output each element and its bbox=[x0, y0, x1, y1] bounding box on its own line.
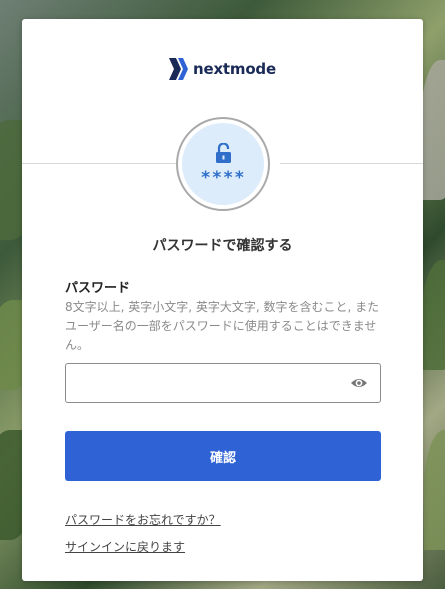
nextmode-x-logo-icon bbox=[169, 58, 188, 80]
back-to-signin-link[interactable]: サインインに戻ります bbox=[65, 538, 185, 555]
masked-password-stars: **** bbox=[200, 168, 246, 188]
password-hint: 8文字以上, 英字小文字, 英字大文字, 数字を含むこと, またユーザー名の一部… bbox=[65, 300, 380, 352]
background-leaf bbox=[422, 260, 445, 370]
forgot-password-link[interactable]: パスワードをお忘れですか？ bbox=[65, 511, 221, 528]
brand-logo: nextmode bbox=[169, 57, 276, 81]
background-leaf bbox=[420, 60, 445, 200]
signin-card: nextmode **** パスワードで確認する パスワード 8文字以上, 英字… bbox=[22, 19, 423, 581]
background-leaf bbox=[424, 430, 445, 550]
confirm-button[interactable]: 確認 bbox=[65, 431, 381, 481]
divider-right bbox=[280, 163, 423, 164]
password-input[interactable] bbox=[65, 363, 381, 403]
page-title: パスワードで確認する bbox=[152, 238, 293, 254]
password-badge: **** bbox=[176, 117, 270, 211]
unlocked-padlock-icon bbox=[216, 143, 231, 163]
password-label: パスワード bbox=[65, 281, 131, 296]
divider-left bbox=[22, 163, 177, 164]
password-badge-inner: **** bbox=[182, 123, 264, 205]
eye-icon[interactable] bbox=[350, 375, 368, 391]
brand-name: nextmode bbox=[193, 60, 276, 78]
